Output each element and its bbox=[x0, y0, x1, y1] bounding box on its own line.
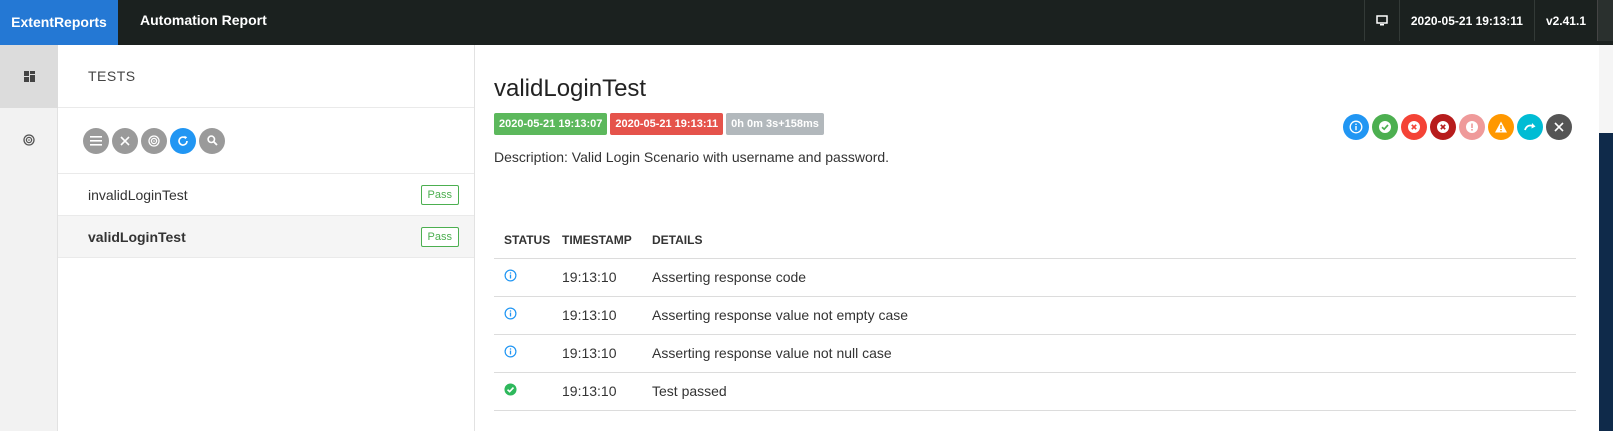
test-item-name: invalidLoginTest bbox=[88, 186, 188, 203]
x-circle-icon bbox=[1437, 121, 1449, 133]
left-nav bbox=[0, 45, 58, 431]
timestamp-cell: 19:13:10 bbox=[552, 258, 642, 297]
filter-error-button[interactable] bbox=[1459, 114, 1485, 140]
test-detail-title: validLoginTest bbox=[494, 75, 647, 102]
duration-badge: 0h 0m 3s+158ms bbox=[726, 113, 824, 135]
details-cell: Asserting response value not empty case bbox=[642, 296, 1576, 335]
header-timestamp: TIMESTAMP bbox=[552, 222, 642, 259]
test-item-name: validLoginTest bbox=[88, 228, 186, 245]
timestamp-cell: 19:13:10 bbox=[552, 372, 642, 411]
timestamp-cell: 19:13:10 bbox=[552, 296, 642, 335]
test-list-item-selected[interactable]: validLoginTest Pass bbox=[58, 216, 474, 258]
brand-logo[interactable]: ExtentReports bbox=[0, 0, 118, 45]
clear-status-filter-button[interactable] bbox=[1546, 114, 1572, 140]
details-cell: Test passed bbox=[642, 372, 1576, 411]
report-title: Automation Report bbox=[140, 12, 267, 28]
filter-category-button[interactable] bbox=[141, 127, 167, 154]
time-badges: 2020-05-21 19:13:07 2020-05-21 19:13:11 … bbox=[494, 113, 824, 135]
panel-title: TESTS bbox=[58, 45, 474, 108]
timestamp-cell: 19:13:10 bbox=[552, 334, 642, 373]
list-icon bbox=[90, 135, 102, 146]
close-icon bbox=[120, 135, 130, 146]
refresh-button[interactable] bbox=[170, 127, 196, 154]
search-button[interactable] bbox=[199, 127, 225, 154]
table-row: 19:13:10 Test passed bbox=[494, 372, 1576, 411]
side-panel-edge bbox=[1599, 133, 1613, 431]
fingerprint-icon bbox=[148, 134, 160, 147]
test-list-panel: TESTS invalidLoginTest Pass validLoginTe… bbox=[58, 45, 475, 431]
filter-list-button[interactable] bbox=[83, 127, 109, 154]
table-row: 19:13:10 Asserting response code bbox=[494, 258, 1576, 297]
header-details: DETAILS bbox=[642, 222, 1576, 259]
filter-warning-button[interactable] bbox=[1488, 114, 1514, 140]
status-cell bbox=[494, 258, 552, 297]
info-icon bbox=[504, 345, 517, 358]
x-circle-icon bbox=[1408, 121, 1420, 133]
status-badge: Pass bbox=[420, 226, 459, 247]
filter-skip-button[interactable] bbox=[1517, 114, 1543, 140]
close-icon bbox=[1554, 122, 1564, 132]
end-time-badge: 2020-05-21 19:13:11 bbox=[610, 113, 724, 135]
info-icon bbox=[504, 269, 517, 282]
info-icon bbox=[1349, 120, 1363, 134]
status-cell bbox=[494, 372, 552, 411]
status-filter-buttons bbox=[1343, 114, 1572, 140]
start-time-badge: 2020-05-21 19:13:07 bbox=[494, 113, 608, 135]
status-cell bbox=[494, 334, 552, 373]
filter-info-button[interactable] bbox=[1343, 114, 1369, 140]
version-label: v2.41.1 bbox=[1533, 0, 1597, 41]
filter-toolbar bbox=[58, 108, 474, 174]
alert-circle-icon bbox=[1466, 121, 1478, 133]
log-table: STATUS TIMESTAMP DETAILS 19:13:10 Assert… bbox=[494, 222, 1576, 411]
info-icon bbox=[504, 307, 517, 320]
test-description: Description: Valid Login Scenario with u… bbox=[494, 149, 890, 165]
details-cell: Asserting response code bbox=[642, 258, 1576, 297]
clear-filter-button[interactable] bbox=[112, 127, 138, 154]
nav-tests-button[interactable] bbox=[0, 45, 58, 108]
table-row: 19:13:10 Asserting response value not em… bbox=[494, 296, 1576, 335]
filter-fail-button[interactable] bbox=[1401, 114, 1427, 140]
status-badge: Pass bbox=[420, 184, 459, 205]
status-cell bbox=[494, 296, 552, 335]
test-detail-view: validLoginTest 2020-05-21 19:13:07 2020-… bbox=[476, 45, 1596, 431]
redo-icon bbox=[1524, 123, 1536, 131]
warning-icon bbox=[1495, 121, 1507, 133]
scrollbar-stub[interactable] bbox=[1597, 0, 1613, 41]
fingerprint-icon bbox=[23, 133, 35, 146]
details-cell: Asserting response value not null case bbox=[642, 334, 1576, 373]
report-datetime: 2020-05-21 19:13:11 bbox=[1398, 0, 1534, 41]
search-icon bbox=[206, 135, 218, 146]
pass-icon bbox=[504, 383, 517, 396]
table-header-row: STATUS TIMESTAMP DETAILS bbox=[494, 222, 1576, 259]
refresh-icon bbox=[178, 135, 188, 146]
nav-dashboard-button[interactable] bbox=[0, 108, 58, 171]
top-bar: ExtentReports Automation Report 2020-05-… bbox=[0, 0, 1613, 45]
monitor-icon[interactable] bbox=[1363, 0, 1399, 41]
top-right-info: 2020-05-21 19:13:11 v2.41.1 bbox=[1363, 0, 1613, 41]
filter-pass-button[interactable] bbox=[1372, 114, 1398, 140]
dashboard-icon bbox=[23, 71, 35, 82]
header-status: STATUS bbox=[494, 222, 552, 259]
page-scrollbar[interactable] bbox=[1599, 45, 1613, 431]
check-circle-icon bbox=[1379, 121, 1391, 133]
filter-fatal-button[interactable] bbox=[1430, 114, 1456, 140]
table-row: 19:13:10 Asserting response value not nu… bbox=[494, 334, 1576, 373]
test-list-item[interactable]: invalidLoginTest Pass bbox=[58, 174, 474, 216]
